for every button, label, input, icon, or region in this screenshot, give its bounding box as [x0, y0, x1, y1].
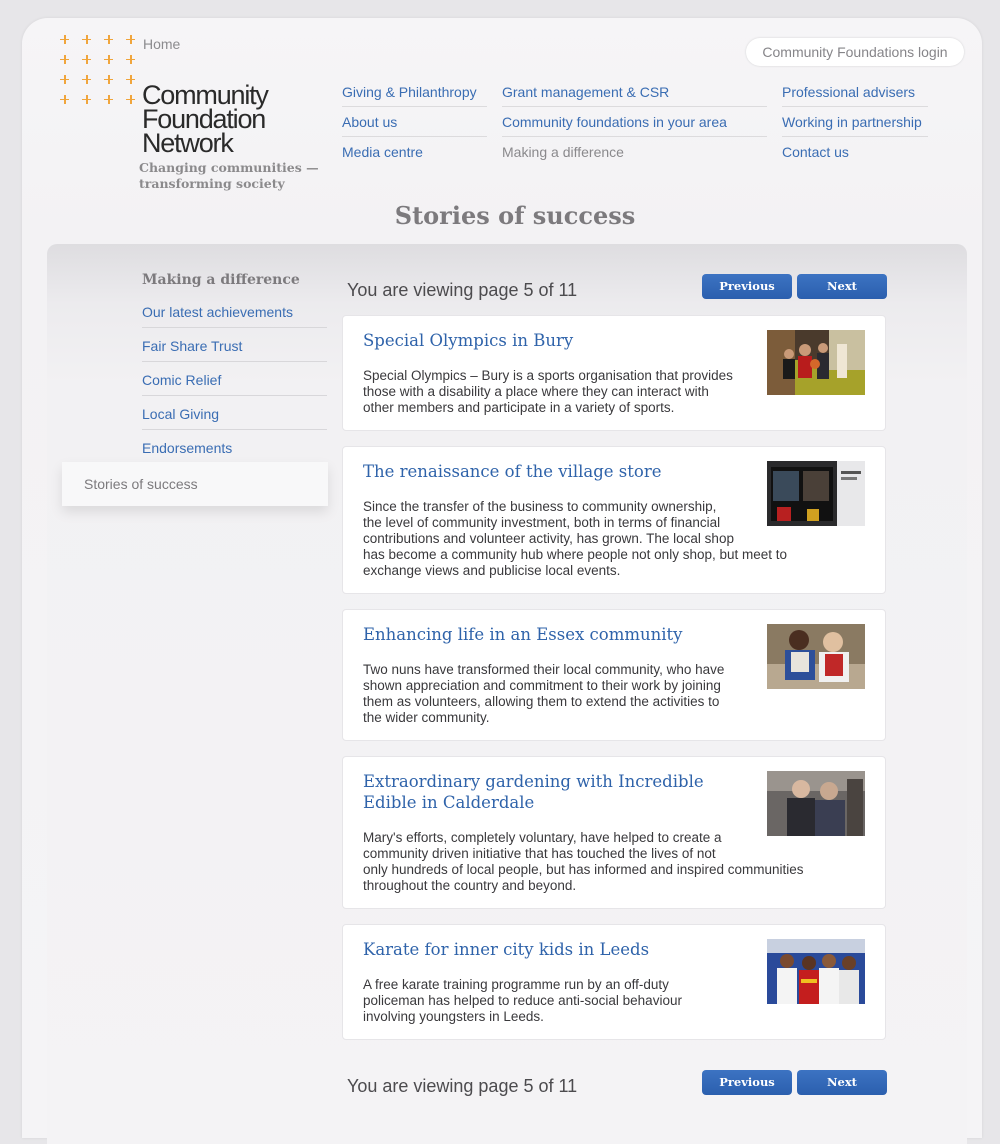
- story-card: Enhancing life in an Essex community Two…: [342, 609, 886, 741]
- nav-divider: [782, 106, 928, 107]
- page-container: Home Community Foundation Network Changi…: [22, 18, 982, 1144]
- sidebar-divider: [142, 361, 327, 362]
- story-thumbnail-image[interactable]: [767, 461, 865, 526]
- sidebar-item-endorsements[interactable]: Endorsements: [142, 438, 327, 458]
- story-description: Two nuns have transformed their local co…: [363, 662, 725, 725]
- nav-divider: [342, 136, 487, 137]
- story-title[interactable]: Extraordinary gardening with Incredible …: [363, 771, 743, 813]
- sidebar-divider: [142, 429, 327, 430]
- story-description: Mary's efforts, completely voluntary, ha…: [363, 830, 804, 893]
- story-thumbnail-image[interactable]: [767, 624, 865, 689]
- nav-divider: [502, 136, 767, 137]
- sidebar-heading: Making a difference: [142, 272, 300, 288]
- next-button[interactable]: Next: [797, 1070, 887, 1095]
- story-title[interactable]: Enhancing life in an Essex community: [363, 624, 743, 645]
- sidebar-item-local-giving[interactable]: Local Giving: [142, 404, 327, 424]
- next-button[interactable]: Next: [797, 274, 887, 299]
- story-description: A free karate training programme run by …: [363, 977, 682, 1024]
- nav-media-centre[interactable]: Media centre: [342, 142, 423, 162]
- nav-contact-us[interactable]: Contact us: [782, 142, 849, 162]
- nav-working-in-partnership[interactable]: Working in partnership: [782, 112, 922, 132]
- pager-status: You are viewing page 5 of 11: [347, 280, 578, 300]
- nav-divider: [342, 106, 487, 107]
- story-thumbnail-image[interactable]: [767, 330, 865, 395]
- story-title[interactable]: The renaissance of the village store: [363, 461, 743, 482]
- nav-divider: [502, 106, 767, 107]
- story-description: Since the transfer of the business to co…: [363, 499, 788, 578]
- nav-making-a-difference[interactable]: Making a difference: [502, 142, 624, 162]
- sidebar-item-comic-relief[interactable]: Comic Relief: [142, 370, 327, 390]
- community-foundations-login-button[interactable]: Community Foundations login: [746, 38, 964, 66]
- previous-button[interactable]: Previous: [702, 274, 792, 299]
- logo-tagline-1: Changing communities —: [139, 160, 319, 175]
- sidebar-item-fair-share-trust[interactable]: Fair Share Trust: [142, 336, 327, 356]
- nav-giving-philanthropy[interactable]: Giving & Philanthropy: [342, 82, 477, 102]
- story-card: Extraordinary gardening with Incredible …: [342, 756, 886, 909]
- logo-line-3: Network: [142, 128, 234, 158]
- sidebar-divider: [142, 395, 327, 396]
- pager-status: You are viewing page 5 of 11: [347, 1076, 578, 1096]
- home-link[interactable]: Home: [143, 36, 180, 52]
- story-title[interactable]: Karate for inner city kids in Leeds: [363, 939, 743, 960]
- story-thumbnail-image[interactable]: [767, 939, 865, 1004]
- sidebar-item-stories-of-success[interactable]: Stories of success: [62, 462, 328, 506]
- nav-professional-advisers[interactable]: Professional advisers: [782, 82, 915, 102]
- nav-divider: [782, 136, 928, 137]
- story-title[interactable]: Special Olympics in Bury: [363, 330, 743, 351]
- nav-grant-management[interactable]: Grant management & CSR: [502, 82, 669, 102]
- story-card: The renaissance of the village store Sin…: [342, 446, 886, 594]
- sidebar-divider: [142, 327, 327, 328]
- sidebar-item-latest-achievements[interactable]: Our latest achievements: [142, 302, 327, 322]
- logo-dots-icon: [60, 35, 140, 115]
- previous-button[interactable]: Previous: [702, 1070, 792, 1095]
- logo-tagline-2: transforming society: [139, 176, 285, 191]
- story-description: Special Olympics – Bury is a sports orga…: [363, 368, 733, 415]
- story-card: Special Olympics in Bury Special Olympic…: [342, 315, 886, 431]
- story-thumbnail-image[interactable]: [767, 771, 865, 836]
- nav-about-us[interactable]: About us: [342, 112, 397, 132]
- story-card: Karate for inner city kids in Leeds A fr…: [342, 924, 886, 1040]
- page-title: Stories of success: [394, 201, 636, 230]
- nav-community-foundations-area[interactable]: Community foundations in your area: [502, 112, 727, 132]
